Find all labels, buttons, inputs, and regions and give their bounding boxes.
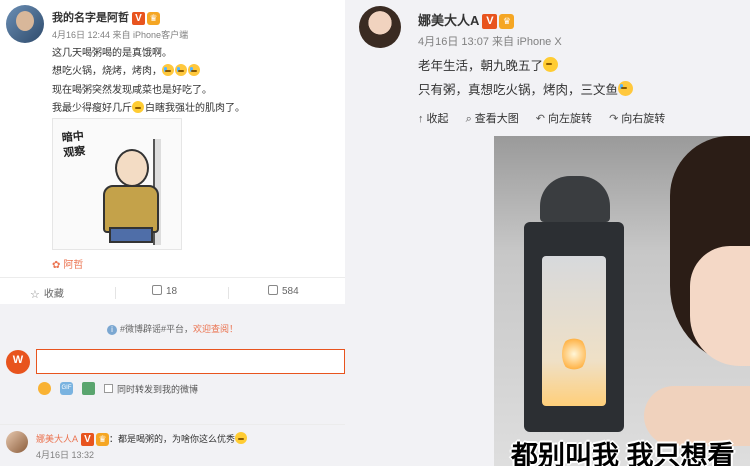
flower-icon: ✿ bbox=[52, 260, 61, 271]
repost-icon bbox=[152, 285, 162, 295]
favorite-button[interactable]: ☆ 收藏 bbox=[30, 285, 64, 301]
gif-icon[interactable]: GIF bbox=[60, 382, 73, 396]
crown-icon: ♛ bbox=[499, 14, 515, 30]
repost-checkbox-label: 同时转发到我的微博 bbox=[117, 384, 199, 395]
emoji-icon bbox=[235, 432, 248, 444]
comment-row: 娜美大人A V ♛ ：都是喝粥的，为啥你这么优秀 bbox=[36, 432, 248, 447]
lantern-glass bbox=[542, 256, 606, 406]
crying-emoji-icon bbox=[175, 64, 187, 76]
comment-icon bbox=[268, 285, 278, 295]
image-icon[interactable] bbox=[82, 382, 95, 396]
author-name[interactable]: 娜美大人A bbox=[418, 13, 479, 28]
commenter-name[interactable]: 娜美大人A bbox=[36, 434, 78, 444]
post-tag[interactable]: ✿ 阿哲 bbox=[52, 256, 83, 271]
sweat-emoji-icon bbox=[132, 101, 144, 113]
crown-icon: ♛ bbox=[147, 11, 160, 25]
lantern-top bbox=[540, 176, 610, 222]
view-large-button[interactable]: ⌕ 查看大图 bbox=[466, 110, 519, 126]
post-image-thumbnail[interactable]: 暗中 观察 bbox=[52, 118, 182, 250]
rumor-notice: i #微博辟谣#平台，欢迎查阅！ bbox=[0, 322, 345, 335]
author-avatar[interactable] bbox=[359, 6, 401, 48]
left-weibo-post: 我的名字是阿哲 V ♛ 4月16日 12:44 来自 iPhone客户端 这几天喝粥… bbox=[0, 0, 345, 466]
author-name-row: 娜美大人A V ♛ bbox=[418, 10, 515, 30]
photo-caption: 都别叫我 我只想看 bbox=[511, 441, 735, 466]
author-avatar[interactable] bbox=[6, 5, 44, 43]
comment-tools: GIF 同时转发到我的微博 bbox=[38, 380, 199, 396]
post-meta: 4月16日 12:44 来自 iPhone客户端 bbox=[52, 30, 189, 40]
action-bar: ☆ 收藏 18 584 bbox=[0, 278, 345, 304]
comic-character-body bbox=[103, 185, 159, 233]
rotate-right-button[interactable]: ↷ 向右旋转 bbox=[609, 110, 665, 126]
comment-time: 4月16日 13:32 bbox=[36, 450, 95, 460]
comic-character-legs bbox=[109, 227, 153, 243]
crying-emoji-icon bbox=[162, 64, 174, 76]
repost-button[interactable]: 18 bbox=[152, 285, 177, 297]
emoji-icon[interactable] bbox=[38, 382, 51, 396]
author-name-row: 我的名字是阿哲 V ♛ bbox=[52, 9, 160, 25]
divider bbox=[0, 424, 345, 425]
post-text-line: 这几天喝粥喝的是真饿啊。 bbox=[52, 48, 172, 59]
comic-character-head bbox=[115, 149, 149, 187]
candle-flame bbox=[562, 336, 586, 372]
arrow-up-icon: ↑ bbox=[418, 113, 424, 125]
commenter-avatar[interactable] bbox=[6, 431, 28, 453]
image-toolbar: ↑ 收起 ⌕ 查看大图 ↶ 向左旋转 ↷ 向右旋转 bbox=[418, 110, 679, 126]
author-name[interactable]: 我的名字是阿哲 bbox=[52, 12, 129, 24]
rotate-left-icon: ↶ bbox=[535, 113, 546, 125]
post-photo[interactable] bbox=[494, 136, 750, 466]
comment-text: ：都是喝粥的，为啥你这么优秀 bbox=[109, 434, 236, 444]
verified-icon: V bbox=[81, 433, 95, 447]
smile-emoji-icon bbox=[543, 57, 559, 72]
divider bbox=[115, 287, 116, 299]
rotate-left-button[interactable]: ↶ 向左旋转 bbox=[536, 110, 592, 126]
crying-emoji-icon bbox=[618, 81, 634, 96]
star-icon: ☆ bbox=[30, 289, 40, 301]
crying-emoji-icon bbox=[188, 64, 200, 76]
post-meta: 4月16日 13:07 来自 iPhone X bbox=[418, 36, 562, 48]
post-text-line: 老年生活，朝九晚五了 bbox=[418, 55, 559, 74]
post-text-line: 现在喝粥突然发现咸菜也是好吃了。 bbox=[52, 85, 212, 96]
comment-button[interactable]: 584 bbox=[268, 285, 299, 297]
info-icon: i bbox=[106, 325, 117, 335]
comment-input[interactable] bbox=[36, 349, 345, 374]
repost-checkbox[interactable] bbox=[104, 384, 113, 394]
post-text-line: 想吃火锅，烧烤，烤肉， bbox=[52, 62, 201, 77]
post-text-line: 只有粥，真想吃火锅，烤肉，三文鱼 bbox=[418, 79, 634, 98]
collapse-button[interactable]: ↑ 收起 bbox=[418, 110, 449, 126]
post-text-line: 我最少得瘦好几斤 白瞎我强壮的肌肉了。 bbox=[52, 101, 245, 114]
verified-icon: V bbox=[482, 14, 498, 30]
rotate-right-icon: ↷ bbox=[609, 113, 619, 125]
weibo-logo-icon bbox=[6, 350, 30, 374]
comic-text: 暗中 观察 bbox=[61, 130, 87, 160]
verified-icon: V bbox=[132, 11, 145, 25]
divider bbox=[228, 287, 229, 299]
crown-icon: ♛ bbox=[96, 433, 110, 447]
right-weibo-post: 娜美大人A V ♛ 4月16日 13:07 来自 iPhone X 老年生活，朝九晚… bbox=[345, 0, 750, 466]
notice-link[interactable]: 欢迎查阅！ bbox=[193, 324, 238, 334]
magnifier-icon: ⌕ bbox=[465, 113, 472, 125]
